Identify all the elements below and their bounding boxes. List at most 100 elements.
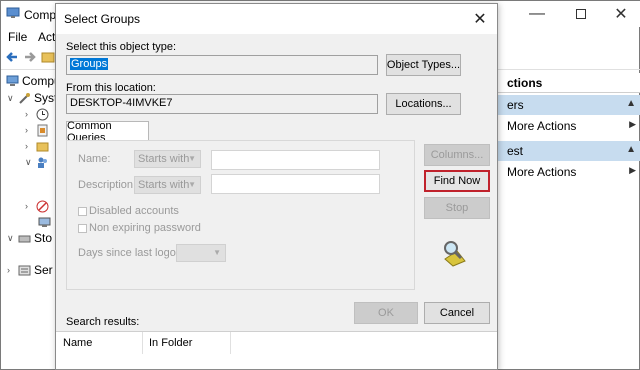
minimize-icon: — bbox=[529, 5, 545, 22]
maximize-icon bbox=[576, 9, 586, 19]
forward-arrow-icon[interactable] bbox=[23, 50, 37, 67]
tree-label-system: Syst bbox=[34, 91, 58, 105]
disabled-accounts-label: Disabled accounts bbox=[89, 205, 179, 217]
description-input[interactable] bbox=[211, 174, 380, 194]
search-results-list[interactable]: Name In Folder bbox=[56, 331, 497, 369]
close-icon: ✕ bbox=[473, 11, 487, 28]
name-input[interactable] bbox=[211, 150, 380, 170]
play-right-icon: ▶ bbox=[629, 119, 636, 129]
actions-section-guest[interactable]: est ▲ bbox=[497, 141, 640, 161]
console-tree: Compu ∨ Syst › › › ∨ › ∨ Sto › Ser bbox=[1, 71, 61, 331]
collapse-up-icon[interactable]: ▲ bbox=[626, 98, 636, 109]
chevron-down-icon[interactable]: ∨ bbox=[7, 233, 17, 244]
object-type-field[interactable]: Groups bbox=[66, 55, 378, 75]
tree-item-services[interactable]: › Ser bbox=[7, 262, 53, 278]
column-separator bbox=[142, 332, 143, 354]
column-header-in-folder[interactable]: In Folder bbox=[149, 337, 192, 349]
column-separator bbox=[230, 332, 231, 354]
more-actions-2[interactable]: More Actions ▶ bbox=[497, 161, 640, 183]
stop-button[interactable]: Stop bbox=[424, 197, 490, 219]
tree-item-local-users[interactable]: ∨ bbox=[25, 154, 52, 170]
search-flashlight-icon bbox=[439, 239, 473, 270]
tree-label-storage: Sto bbox=[34, 231, 53, 245]
name-label: Name: bbox=[78, 153, 111, 165]
disabled-accounts-checkbox[interactable] bbox=[78, 207, 87, 216]
tree-item-event-viewer[interactable]: › bbox=[25, 122, 52, 138]
chevron-down-icon: ▼ bbox=[188, 154, 196, 163]
columns-button[interactable]: Columns... bbox=[424, 144, 490, 166]
days-since-logon-combo[interactable]: ▼ bbox=[176, 244, 226, 262]
actions-header: ctions bbox=[497, 73, 640, 93]
event-viewer-icon bbox=[35, 123, 49, 137]
location-value: DESKTOP-4IMVKE7 bbox=[70, 97, 173, 109]
name-match-combo[interactable]: Starts with ▼ bbox=[134, 150, 201, 168]
more-actions-2-label: More Actions bbox=[507, 165, 577, 179]
play-right-icon: ▶ bbox=[629, 165, 636, 175]
actions-header-label: ctions bbox=[507, 76, 543, 90]
collapse-up-icon[interactable]: ▲ bbox=[626, 144, 636, 155]
tree-label-services: Ser bbox=[34, 263, 53, 277]
tree-item-performance[interactable]: › bbox=[25, 198, 52, 214]
tree-item-storage[interactable]: ∨ Sto bbox=[7, 230, 52, 246]
maximize-button[interactable] bbox=[561, 3, 601, 25]
more-actions-1-label: More Actions bbox=[507, 119, 577, 133]
chevron-down-icon: ▼ bbox=[188, 180, 196, 189]
chevron-down-icon: ▼ bbox=[213, 248, 221, 257]
device-manager-icon bbox=[37, 215, 51, 229]
menu-file[interactable]: File bbox=[8, 30, 27, 44]
close-icon: ✕ bbox=[614, 6, 628, 23]
tree-item-computer[interactable]: Compu bbox=[5, 73, 61, 89]
ok-button[interactable]: OK bbox=[354, 302, 418, 324]
find-now-button[interactable]: Find Now bbox=[424, 170, 490, 192]
tree-item-system[interactable]: ∨ Syst bbox=[7, 90, 57, 106]
clock-icon bbox=[35, 107, 49, 121]
more-actions-1[interactable]: More Actions ▶ bbox=[497, 115, 640, 137]
location-field[interactable]: DESKTOP-4IMVKE7 bbox=[66, 94, 378, 114]
non-expiring-password-label: Non expiring password bbox=[89, 222, 201, 234]
actions-section-groups[interactable]: ers ▲ bbox=[497, 95, 640, 115]
tree-item-device-manager[interactable] bbox=[37, 214, 54, 230]
performance-icon bbox=[35, 199, 49, 213]
chevron-right-icon[interactable]: › bbox=[25, 201, 35, 211]
dialog-title-bar: Select Groups ✕ bbox=[56, 4, 497, 34]
tab-common-queries[interactable]: Common Queries bbox=[66, 120, 149, 144]
chevron-down-icon[interactable]: ∨ bbox=[7, 93, 17, 104]
days-since-logon-label: Days since last logon: bbox=[78, 247, 185, 259]
select-groups-dialog: Select Groups ✕ Select this object type:… bbox=[55, 3, 498, 370]
tree-item-task-scheduler[interactable]: › bbox=[25, 106, 52, 122]
description-match-combo[interactable]: Starts with ▼ bbox=[134, 176, 201, 194]
cancel-button[interactable]: Cancel bbox=[424, 302, 490, 324]
chevron-right-icon[interactable]: › bbox=[25, 141, 35, 151]
folder-icon[interactable] bbox=[41, 50, 55, 67]
name-match-value: Starts with bbox=[138, 153, 190, 165]
bg-close-button[interactable]: ✕ bbox=[601, 3, 640, 25]
locations-button[interactable]: Locations... bbox=[386, 93, 461, 115]
services-icon bbox=[17, 263, 31, 277]
actions-section-groups-label: ers bbox=[507, 98, 524, 112]
actions-pane: ctions ers ▲ More Actions ▶ est ▲ More A… bbox=[497, 71, 640, 201]
back-arrow-icon[interactable] bbox=[5, 50, 19, 67]
non-expiring-password-checkbox[interactable] bbox=[78, 224, 87, 233]
tree-item-shared-folders[interactable]: › bbox=[25, 138, 52, 154]
dialog-title: Select Groups bbox=[64, 12, 141, 26]
computer-management-icon bbox=[6, 7, 20, 19]
object-type-label: Select this object type: bbox=[66, 41, 177, 53]
chevron-down-icon[interactable]: ∨ bbox=[25, 157, 35, 168]
object-types-button[interactable]: Object Types... bbox=[386, 54, 461, 76]
chevron-right-icon[interactable]: › bbox=[25, 109, 35, 119]
actions-section-guest-label: est bbox=[507, 144, 524, 158]
chevron-right-icon[interactable]: › bbox=[7, 265, 17, 275]
search-results-label: Search results: bbox=[66, 316, 140, 328]
users-icon bbox=[35, 155, 49, 169]
storage-icon bbox=[17, 231, 31, 245]
shared-folder-icon bbox=[35, 139, 49, 153]
tools-icon bbox=[17, 91, 31, 105]
minimize-button[interactable]: — bbox=[517, 3, 557, 25]
description-label: Description: bbox=[78, 179, 137, 191]
location-label: From this location: bbox=[66, 82, 156, 94]
chevron-right-icon[interactable]: › bbox=[25, 125, 35, 135]
dialog-close-button[interactable]: ✕ bbox=[469, 8, 491, 30]
column-header-name[interactable]: Name bbox=[63, 337, 92, 349]
computer-icon bbox=[5, 74, 19, 88]
object-type-value: Groups bbox=[70, 58, 109, 70]
